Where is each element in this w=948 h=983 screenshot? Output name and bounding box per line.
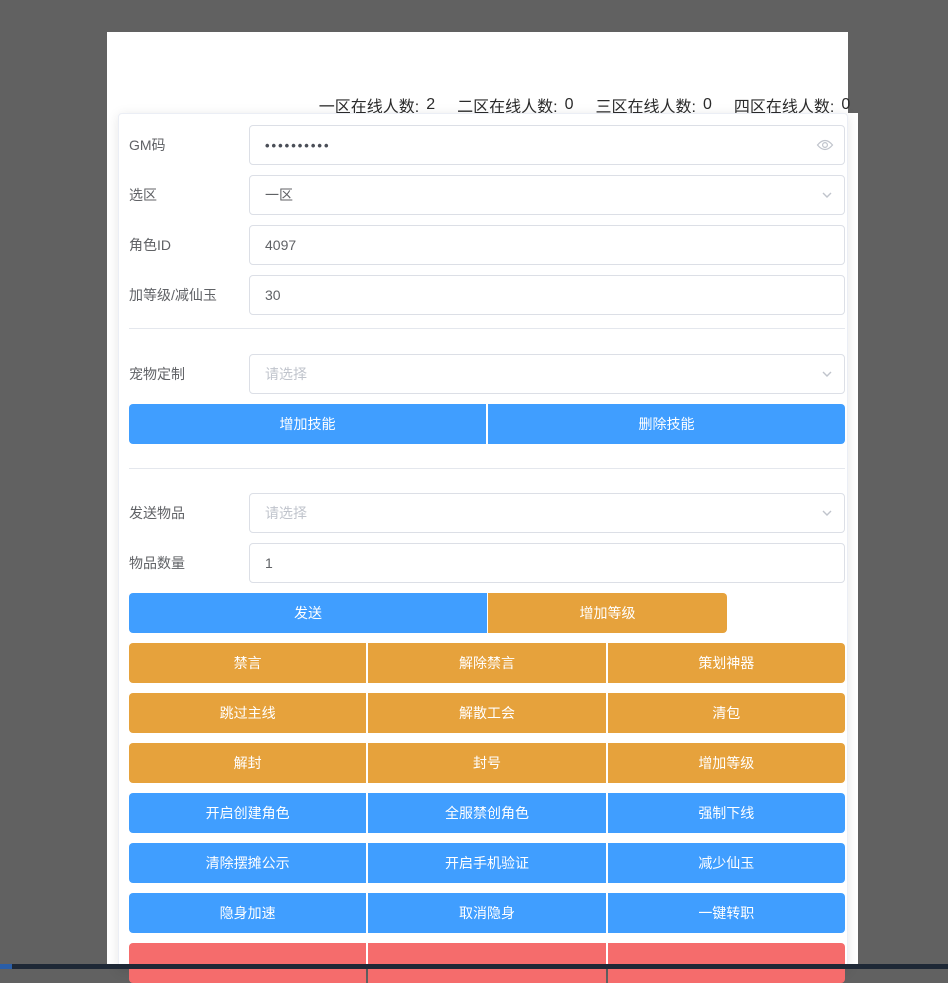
zone-select-row: 选区 一区 xyxy=(129,175,845,215)
forbid-create-role-button[interactable]: 全服禁创角色 xyxy=(368,793,605,833)
scrollbar-track[interactable] xyxy=(848,113,858,969)
pet-custom-select[interactable]: 请选择 xyxy=(249,354,845,394)
taskbar-edge xyxy=(0,964,948,969)
stealth-speed-button[interactable]: 隐身加速 xyxy=(129,893,366,933)
role-id-input[interactable]: 4097 xyxy=(249,225,845,265)
clear-bag-button[interactable]: 清包 xyxy=(608,693,845,733)
planner-tool-button[interactable]: 策划神器 xyxy=(608,643,845,683)
chevron-down-icon xyxy=(820,188,834,202)
danger-action-button-2[interactable] xyxy=(368,943,605,983)
add-level-button[interactable]: 增加等级 xyxy=(488,593,727,633)
zone-select-label: 选区 xyxy=(129,185,249,205)
one-key-class-change-button[interactable]: 一键转职 xyxy=(608,893,845,933)
pet-custom-row: 宠物定制 请选择 xyxy=(129,354,845,394)
zone3-online-value: 0 xyxy=(703,96,712,114)
gm-code-value: •••••••••• xyxy=(265,138,331,153)
cancel-stealth-button[interactable]: 取消隐身 xyxy=(368,893,605,933)
divider xyxy=(129,468,845,469)
gm-code-input[interactable]: •••••••••• xyxy=(249,125,845,165)
role-id-label: 角色ID xyxy=(129,235,249,255)
zone4-online-value: 0 xyxy=(841,96,850,114)
role-id-value: 4097 xyxy=(265,237,296,253)
enable-create-role-button[interactable]: 开启创建角色 xyxy=(129,793,366,833)
item-count-row: 物品数量 1 xyxy=(129,543,845,583)
level-jade-input[interactable]: 30 xyxy=(249,275,845,315)
eye-icon[interactable] xyxy=(816,139,834,152)
level-jade-row: 加等级/减仙玉 30 xyxy=(129,275,845,315)
item-count-label: 物品数量 xyxy=(129,553,249,573)
send-button[interactable]: 发送 xyxy=(129,593,487,633)
level-jade-label: 加等级/减仙玉 xyxy=(129,285,249,305)
zone1-online-value: 2 xyxy=(426,96,435,114)
zone2-online-value: 0 xyxy=(565,96,574,114)
unban-button[interactable]: 解封 xyxy=(129,743,366,783)
force-offline-button[interactable]: 强制下线 xyxy=(608,793,845,833)
divider xyxy=(129,328,845,329)
skip-mainline-button[interactable]: 跳过主线 xyxy=(129,693,366,733)
action-row-1: 禁言 解除禁言 策划神器 xyxy=(129,643,845,683)
level-jade-value: 30 xyxy=(265,287,281,303)
mute-button[interactable]: 禁言 xyxy=(129,643,366,683)
action-row-5: 清除摆摊公示 开启手机验证 减少仙玉 xyxy=(129,843,845,883)
action-row-2: 跳过主线 解散工会 清包 xyxy=(129,693,845,733)
role-id-row: 角色ID 4097 xyxy=(129,225,845,265)
send-item-label: 发送物品 xyxy=(129,503,249,523)
disband-guild-button[interactable]: 解散工会 xyxy=(368,693,605,733)
item-count-value: 1 xyxy=(265,555,273,571)
send-item-row: 发送物品 请选择 xyxy=(129,493,845,533)
gm-code-label: GM码 xyxy=(129,135,249,155)
unmute-button[interactable]: 解除禁言 xyxy=(368,643,605,683)
zone-select-value: 一区 xyxy=(265,185,293,205)
ban-button[interactable]: 封号 xyxy=(368,743,605,783)
taskbar-accent xyxy=(0,964,12,969)
increase-level-button[interactable]: 增加等级 xyxy=(608,743,845,783)
pet-custom-placeholder: 请选择 xyxy=(265,364,307,384)
chevron-down-icon xyxy=(820,367,834,381)
skill-button-bar: 增加技能 删除技能 xyxy=(129,404,845,444)
clear-stall-notice-button[interactable]: 清除摆摊公示 xyxy=(129,843,366,883)
chevron-down-icon xyxy=(820,506,834,520)
pet-custom-label: 宠物定制 xyxy=(129,364,249,384)
add-skill-button[interactable]: 增加技能 xyxy=(129,404,486,444)
send-item-placeholder: 请选择 xyxy=(265,503,307,523)
danger-action-button-3[interactable] xyxy=(608,943,845,983)
gm-form-card: GM码 •••••••••• 选区 一区 角色ID 4097 加等级/减仙玉 3… xyxy=(118,113,848,969)
action-row-4: 开启创建角色 全服禁创角色 强制下线 xyxy=(129,793,845,833)
send-item-select[interactable]: 请选择 xyxy=(249,493,845,533)
zone-select[interactable]: 一区 xyxy=(249,175,845,215)
send-button-bar: 发送 增加等级 xyxy=(129,593,845,633)
action-row-7 xyxy=(129,943,845,983)
enable-phone-verify-button[interactable]: 开启手机验证 xyxy=(368,843,605,883)
action-row-3: 解封 封号 增加等级 xyxy=(129,743,845,783)
item-count-input[interactable]: 1 xyxy=(249,543,845,583)
danger-action-button-1[interactable] xyxy=(129,943,366,983)
action-row-6: 隐身加速 取消隐身 一键转职 xyxy=(129,893,845,933)
gm-code-row: GM码 •••••••••• xyxy=(129,125,845,165)
remove-skill-button[interactable]: 删除技能 xyxy=(488,404,845,444)
reduce-jade-button[interactable]: 减少仙玉 xyxy=(608,843,845,883)
